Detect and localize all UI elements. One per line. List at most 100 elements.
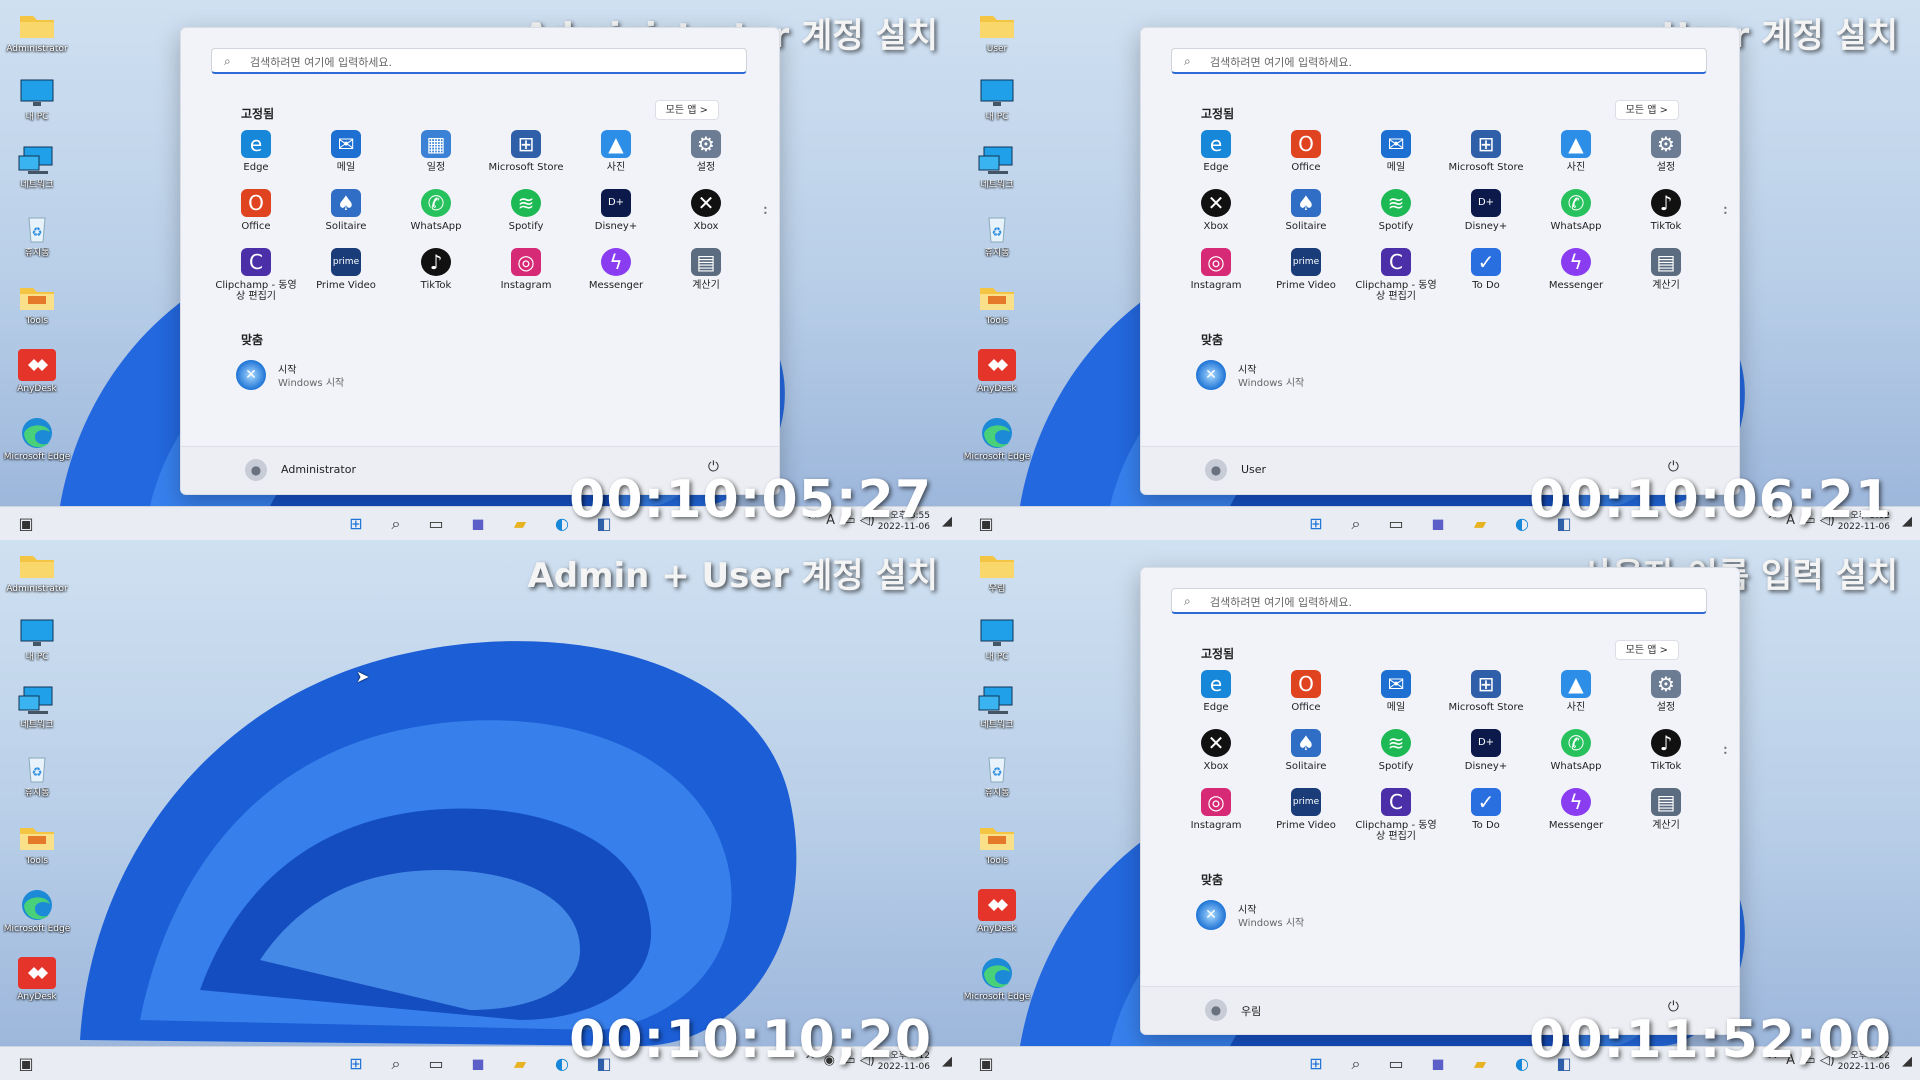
widgets-icon[interactable]: ▣: [974, 513, 998, 535]
app-tile[interactable]: ♠ Solitaire: [1261, 187, 1351, 245]
app-tile[interactable]: ♪ TikTok: [1621, 727, 1711, 785]
file-explorer-icon[interactable]: ▰: [508, 513, 532, 535]
search-icon[interactable]: ⌕: [384, 513, 408, 535]
app-tile[interactable]: ◎ Instagram: [481, 246, 571, 304]
app-tile[interactable]: D+ Disney+: [1441, 727, 1531, 785]
desktop-icon-network[interactable]: 네트워크: [963, 680, 1031, 742]
app-tile[interactable]: C Clipchamp - 동영상 편집기: [211, 246, 301, 304]
user-name[interactable]: User: [1241, 463, 1266, 476]
desktop-icon-folder[interactable]: Administrator: [3, 4, 71, 66]
user-avatar-icon[interactable]: ●: [245, 459, 267, 481]
desktop-icon-network[interactable]: 네트워크: [3, 140, 71, 202]
app-tile[interactable]: ▦ 일정: [391, 128, 481, 186]
app-tile[interactable]: ✕ Xbox: [1171, 727, 1261, 785]
app-tile[interactable]: C Clipchamp - 동영상 편집기: [1351, 786, 1441, 844]
app-tile[interactable]: ✉ 메일: [301, 128, 391, 186]
app-tile[interactable]: ✉ 메일: [1351, 668, 1441, 726]
desktop-icon-tools[interactable]: Tools: [3, 276, 71, 338]
desktop-icon-edge[interactable]: Microsoft Edge: [963, 952, 1031, 1014]
desktop-icon-anydesk[interactable]: AnyDesk: [963, 344, 1031, 406]
search-input[interactable]: ⌕ 검색하려면 여기에 입력하세요.: [1171, 48, 1707, 74]
user-name[interactable]: Administrator: [281, 463, 356, 476]
app-tile[interactable]: ▤ 계산기: [661, 246, 751, 304]
app-tile[interactable]: e Edge: [211, 128, 301, 186]
windows-start-icon[interactable]: ⊞: [344, 1053, 368, 1075]
app-tile[interactable]: ◎ Instagram: [1171, 246, 1261, 304]
desktop-icon-anydesk[interactable]: AnyDesk: [3, 952, 71, 1014]
app-tile[interactable]: ▲ 사진: [1531, 668, 1621, 726]
windows-start-icon[interactable]: ⊞: [1304, 513, 1328, 535]
desktop-icon-anydesk[interactable]: AnyDesk: [3, 344, 71, 406]
recommended-item[interactable]: ✕ 시작 Windows 시작: [1196, 358, 1496, 394]
app-tile[interactable]: ▲ 사진: [571, 128, 661, 186]
desktop-icon-tools[interactable]: Tools: [963, 816, 1031, 878]
app-tile[interactable]: ♠ Solitaire: [301, 187, 391, 245]
app-tile[interactable]: ✓ To Do: [1441, 246, 1531, 304]
widgets-icon[interactable]: ▣: [14, 1053, 38, 1075]
user-avatar-icon[interactable]: ●: [1205, 459, 1227, 481]
desktop-icon-edge[interactable]: Microsoft Edge: [963, 412, 1031, 474]
app-tile[interactable]: ⚙ 설정: [1621, 128, 1711, 186]
search-icon[interactable]: ⌕: [1344, 513, 1368, 535]
desktop-icon-folder[interactable]: 우림: [963, 544, 1031, 606]
desktop-icon-tools[interactable]: Tools: [963, 276, 1031, 338]
app-tile[interactable]: O Office: [1261, 668, 1351, 726]
app-tile[interactable]: ✓ To Do: [1441, 786, 1531, 844]
teams-chat-icon[interactable]: ◼: [1426, 513, 1450, 535]
app-tile[interactable]: ϟ Messenger: [1531, 246, 1621, 304]
desktop-icon-edge[interactable]: Microsoft Edge: [3, 412, 71, 474]
app-tile[interactable]: ϟ Messenger: [1531, 786, 1621, 844]
app-tile[interactable]: O Office: [211, 187, 301, 245]
desktop-icon-this-pc[interactable]: 내 PC: [963, 72, 1031, 134]
desktop-icon-anydesk[interactable]: AnyDesk: [963, 884, 1031, 946]
file-explorer-icon[interactable]: ▰: [508, 1053, 532, 1075]
all-apps-button[interactable]: 모든 앱 >: [1614, 100, 1679, 120]
desktop-icon-folder[interactable]: User: [963, 4, 1031, 66]
app-tile[interactable]: ♠ Solitaire: [1261, 727, 1351, 785]
task-view-icon[interactable]: ▭: [424, 1053, 448, 1075]
desktop-icon-tools[interactable]: Tools: [3, 816, 71, 878]
desktop-icon-network[interactable]: 네트워크: [963, 140, 1031, 202]
search-icon[interactable]: ⌕: [1344, 1053, 1368, 1075]
all-apps-button[interactable]: 모든 앱 >: [1614, 640, 1679, 660]
app-tile[interactable]: ≋ Spotify: [481, 187, 571, 245]
widgets-icon[interactable]: ▣: [974, 1053, 998, 1075]
app-tile[interactable]: D+ Disney+: [571, 187, 661, 245]
desktop-icon-folder[interactable]: Administrator: [3, 544, 71, 606]
notification-icon[interactable]: ◢: [942, 1054, 952, 1069]
desktop-icon-this-pc[interactable]: 내 PC: [3, 72, 71, 134]
app-tile[interactable]: ✕ Xbox: [661, 187, 751, 245]
desktop-icon-this-pc[interactable]: 내 PC: [963, 612, 1031, 674]
teams-chat-icon[interactable]: ◼: [466, 513, 490, 535]
windows-start-icon[interactable]: ⊞: [344, 513, 368, 535]
desktop-icon-this-pc[interactable]: 내 PC: [3, 612, 71, 674]
app-tile[interactable]: e Edge: [1171, 128, 1261, 186]
recommended-item[interactable]: ✕ 시작 Windows 시작: [236, 358, 536, 394]
page-dots-icon[interactable]: • •: [1723, 745, 1728, 758]
page-dots-icon[interactable]: • •: [763, 205, 768, 218]
desktop-icon-recycle-bin[interactable]: ♻ 휴지통: [963, 748, 1031, 810]
user-name[interactable]: 우림: [1241, 1003, 1261, 1019]
app-tile[interactable]: ⊞ Microsoft Store: [1441, 668, 1531, 726]
app-tile[interactable]: prime Prime Video: [1261, 786, 1351, 844]
app-tile[interactable]: ⚙ 설정: [661, 128, 751, 186]
app-tile[interactable]: ◎ Instagram: [1171, 786, 1261, 844]
notification-icon[interactable]: ◢: [1902, 1054, 1912, 1069]
app-tile[interactable]: ≋ Spotify: [1351, 187, 1441, 245]
desktop-icon-edge[interactable]: Microsoft Edge: [3, 884, 71, 946]
search-icon[interactable]: ⌕: [384, 1053, 408, 1075]
app-tile[interactable]: C Clipchamp - 동영상 편집기: [1351, 246, 1441, 304]
app-tile[interactable]: ▲ 사진: [1531, 128, 1621, 186]
teams-chat-icon[interactable]: ◼: [1426, 1053, 1450, 1075]
file-explorer-icon[interactable]: ▰: [1468, 1053, 1492, 1075]
desktop-icon-recycle-bin[interactable]: ♻ 휴지통: [963, 208, 1031, 270]
task-view-icon[interactable]: ▭: [424, 513, 448, 535]
task-view-icon[interactable]: ▭: [1384, 513, 1408, 535]
teams-chat-icon[interactable]: ◼: [466, 1053, 490, 1075]
app-tile[interactable]: ϟ Messenger: [571, 246, 661, 304]
desktop-icon-network[interactable]: 네트워크: [3, 680, 71, 742]
app-tile[interactable]: O Office: [1261, 128, 1351, 186]
notification-icon[interactable]: ◢: [1902, 514, 1912, 529]
app-tile[interactable]: ✆ WhatsApp: [1531, 187, 1621, 245]
app-tile[interactable]: ⚙ 설정: [1621, 668, 1711, 726]
